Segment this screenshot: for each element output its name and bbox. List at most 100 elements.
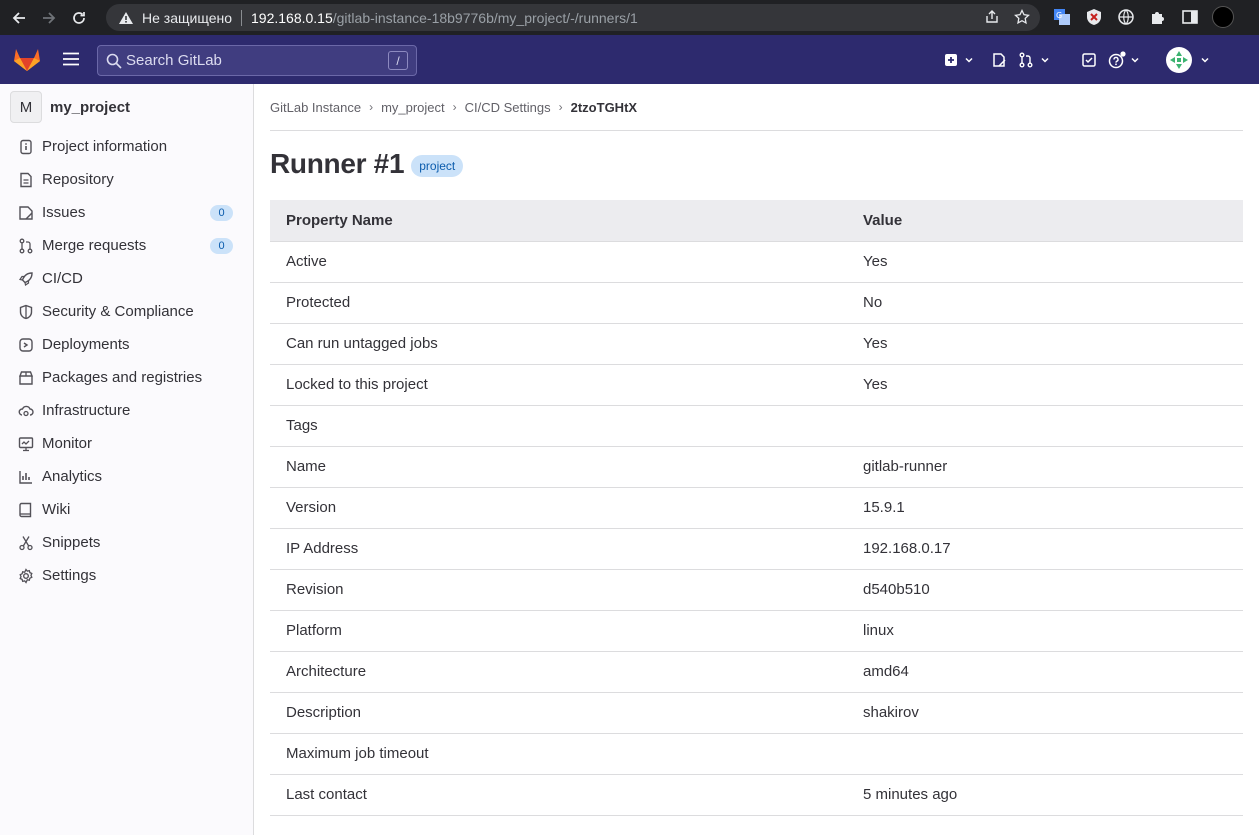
property-name: Name: [270, 446, 847, 488]
sidebar-item-merge-requests[interactable]: Merge requests 0: [0, 229, 254, 262]
warning-icon: [118, 11, 134, 25]
chevron-right-icon: ›: [369, 100, 374, 114]
menu-icon[interactable]: [62, 52, 80, 71]
property-value: [847, 733, 1243, 775]
gitlab-logo-icon[interactable]: [13, 46, 41, 77]
create-new-dropdown[interactable]: [944, 48, 980, 72]
address-bar[interactable]: Не защищено 192.168.0.15/gitlab-instance…: [106, 4, 1040, 31]
table-row: Protected No: [270, 282, 1243, 324]
table-row: Version 15.9.1: [270, 487, 1243, 529]
search-icon: [106, 53, 122, 69]
property-value: No: [847, 282, 1243, 324]
table-row: IP Address 192.168.0.17: [270, 528, 1243, 570]
page-title: Runner #1: [270, 148, 405, 179]
breadcrumb-project[interactable]: my_project: [381, 100, 445, 115]
chevron-down-icon: [965, 57, 973, 63]
puzzle-extension-icon[interactable]: [1148, 7, 1168, 27]
document-icon: [17, 171, 35, 189]
todos-button[interactable]: [1070, 48, 1108, 72]
back-button[interactable]: [8, 7, 30, 29]
property-name: Version: [270, 487, 847, 529]
sidebar-item-label: Packages and registries: [42, 369, 203, 386]
table-row: Last contact 5 minutes ago: [270, 774, 1243, 816]
breadcrumb-gitlab-instance[interactable]: GitLab Instance: [270, 100, 361, 115]
chevron-down-icon: [1131, 57, 1139, 63]
sidebar-item-security-compliance[interactable]: Security & Compliance: [0, 295, 254, 328]
side-panel-icon[interactable]: [1180, 7, 1200, 27]
main-content: GitLab Instance › my_project › CI/CD Set…: [270, 84, 1243, 816]
sidebar-item-deployments[interactable]: Deployments: [0, 328, 254, 361]
sidebar-item-monitor[interactable]: Monitor: [0, 427, 254, 460]
sidebar-item-packages-registries[interactable]: Packages and registries: [0, 361, 254, 394]
share-icon[interactable]: [984, 9, 1000, 25]
todo-check-icon: [1082, 53, 1096, 67]
sidebar-item-infrastructure[interactable]: Infrastructure: [0, 394, 254, 427]
sidebar-item-label: Repository: [42, 171, 114, 188]
issues-count-badge: 0: [210, 205, 233, 221]
svg-text:G: G: [1056, 11, 1062, 20]
breadcrumb: GitLab Instance › my_project › CI/CD Set…: [270, 84, 1243, 131]
rocket-icon: [17, 270, 35, 288]
table-row: Tags: [270, 405, 1243, 447]
sidebar-item-label: Security & Compliance: [42, 303, 194, 320]
arrow-right-icon: [43, 11, 56, 24]
project-header[interactable]: M my_project: [10, 91, 130, 123]
sidebar-item-repository[interactable]: Repository: [0, 163, 254, 196]
sidebar-item-settings[interactable]: Settings: [0, 559, 254, 592]
url-host: 192.168.0.15: [251, 9, 333, 26]
runner-properties-table: Property Name Value Active Yes Protected N…: [270, 200, 1243, 816]
browser-profile-avatar[interactable]: [1212, 6, 1234, 28]
breadcrumb-cicd-settings[interactable]: CI/CD Settings: [465, 100, 551, 115]
property-name: IP Address: [270, 528, 847, 570]
search-input[interactable]: Search GitLab /: [97, 45, 417, 76]
property-name: Revision: [270, 569, 847, 611]
sidebar-item-label: Analytics: [42, 468, 103, 485]
sidebar-item-issues[interactable]: Issues 0: [0, 196, 254, 229]
search-placeholder: Search GitLab: [126, 52, 222, 69]
sidebar-item-snippets[interactable]: Snippets: [0, 526, 254, 559]
cloud-gear-icon: [17, 402, 35, 420]
issues-icon: [17, 204, 35, 222]
merge-requests-header-dropdown[interactable]: [1018, 48, 1070, 72]
property-value: amd64: [847, 651, 1243, 693]
sidebar-item-project-information[interactable]: Project information: [0, 130, 254, 163]
url-path: /gitlab-instance-18b9776b/my_project/-/r…: [332, 9, 638, 26]
property-value: 15.9.1: [847, 487, 1243, 529]
forward-button[interactable]: [38, 7, 60, 29]
sidebar-item-label: Project information: [42, 138, 168, 155]
sidebar-item-wiki[interactable]: Wiki: [0, 493, 254, 526]
plus-square-icon: [945, 54, 957, 66]
package-icon: [17, 369, 35, 387]
column-header-value: Value: [847, 200, 1243, 242]
star-icon[interactable]: [1014, 9, 1030, 25]
sidebar-item-label: Snippets: [42, 534, 101, 551]
property-value: gitlab-runner: [847, 446, 1243, 488]
sidebar-item-ci-cd[interactable]: CI/CD: [0, 262, 254, 295]
property-value: d540b510: [847, 569, 1243, 611]
sidebar-item-label: Settings: [42, 567, 97, 584]
table-header-row: Property Name Value: [270, 200, 1243, 242]
property-value: Yes: [847, 364, 1243, 406]
property-name: Platform: [270, 610, 847, 652]
user-menu-dropdown[interactable]: [1160, 47, 1210, 73]
help-dropdown[interactable]: [1108, 48, 1160, 72]
reload-icon: [73, 11, 85, 24]
sidebar-item-label: Deployments: [42, 336, 130, 353]
translate-extension-icon[interactable]: G: [1052, 7, 1072, 27]
table-row: Name gitlab-runner: [270, 446, 1243, 488]
sidebar-item-label: CI/CD: [42, 270, 83, 287]
issues-icon: [993, 53, 1006, 67]
reload-button[interactable]: [68, 7, 90, 29]
property-value: 192.168.0.17: [847, 528, 1243, 570]
chevron-right-icon: ›: [452, 100, 457, 114]
issues-header-button[interactable]: [980, 48, 1018, 72]
property-name: Maximum job timeout: [270, 733, 847, 775]
sidebar-item-analytics[interactable]: Analytics: [0, 460, 254, 493]
table-row: Active Yes: [270, 241, 1243, 283]
shield-extension-icon[interactable]: [1084, 7, 1104, 27]
breadcrumb-runner-token[interactable]: 2tzoTGHtX: [571, 100, 637, 115]
property-value: linux: [847, 610, 1243, 652]
property-name: Last contact: [270, 774, 847, 816]
property-name: Protected: [270, 282, 847, 324]
globe-extension-icon[interactable]: [1116, 7, 1136, 27]
